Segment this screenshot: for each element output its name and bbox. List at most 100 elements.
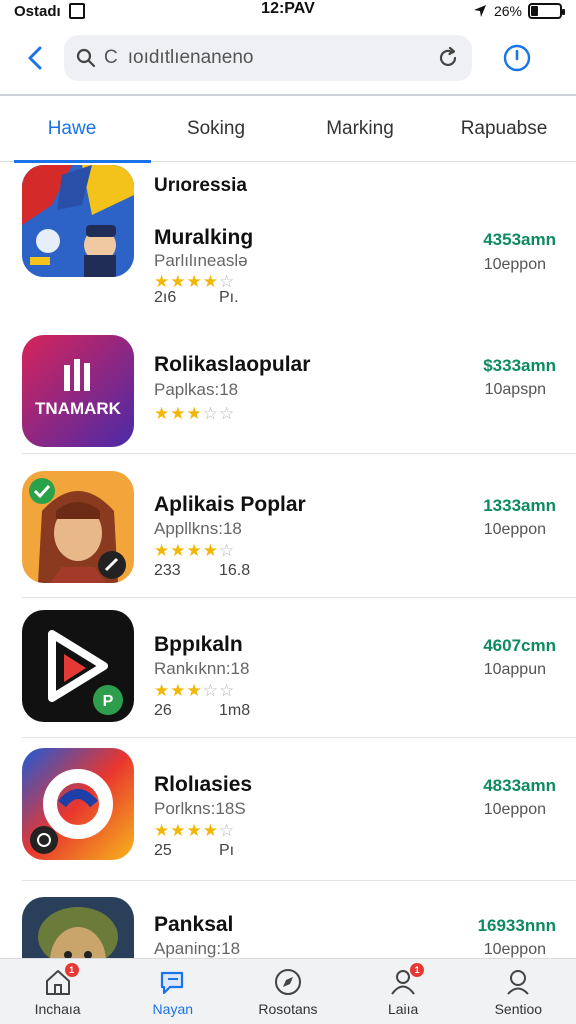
star-icon: ☆: [219, 272, 235, 291]
app-icon-art: [22, 897, 134, 958]
tab-marking[interactable]: Marking: [288, 96, 432, 162]
notification-badge: 1: [64, 963, 79, 977]
app-name: Rlolıasies: [154, 773, 253, 796]
price-label: 16933nnn: [477, 916, 556, 935]
notification-badge: 1: [410, 963, 425, 977]
star-icon: ★: [186, 404, 202, 423]
back-button[interactable]: [20, 40, 50, 76]
list-item[interactable]: TNAMARK Rolikaslaopular Paplkas:18 ★ ★ ★ ☆ ☆…: [0, 323, 576, 463]
tab-rapuabse[interactable]: Rapuabse: [432, 96, 576, 162]
search-icon: [76, 48, 96, 68]
price-label: 4833amn: [483, 776, 556, 795]
app-name: Bppıkaln: [154, 633, 243, 656]
list-item[interactable]: Rlolıasies Porlkns:18S ★ ★ ★ ★ ☆ 25 Pı 4833a…: [0, 743, 576, 883]
list-item[interactable]: P Bppıkaln Rankıknn:18 ★ ★ ★ ☆ ☆ 26 1m8 4607…: [0, 603, 576, 743]
row-divider: [22, 737, 576, 738]
app-icon-art: [22, 471, 134, 583]
list-item[interactable]: Urıoressia Muralking Parlılıneaslə ★ ★ ★ ★ ☆…: [0, 163, 576, 306]
row-divider: [22, 597, 576, 598]
nav-item-user[interactable]: Sentioo: [461, 959, 576, 1024]
app-list: Urıoressia Muralking Parlılıneaslə ★ ★ ★ ★ ☆…: [0, 163, 576, 958]
app-subtitle: Parlılıneaslə: [154, 251, 248, 270]
tab-soking[interactable]: Soking: [144, 96, 288, 162]
tab-home[interactable]: Hawe: [0, 96, 151, 163]
bottom-nav: 1 Inchaıa Nayan Rosotans 1 Laiıa Sentioo: [0, 958, 576, 1024]
app-icon: [22, 471, 134, 583]
app-icon-art: [22, 335, 134, 447]
star-icon: ★: [154, 821, 170, 840]
star-icon: ☆: [219, 821, 235, 840]
user-icon: [503, 967, 533, 997]
list-item[interactable]: Panksal Apaning:18 16933nnn 10eppon: [0, 883, 576, 958]
star-icon: ★: [170, 821, 186, 840]
search-value: ıoıdıtlıenaneno: [127, 47, 254, 68]
info-icon[interactable]: [502, 43, 532, 73]
row-divider: [22, 880, 576, 881]
app-name: Rolikaslaopular: [154, 353, 311, 376]
nav-label: Rosotans: [258, 1001, 318, 1017]
tab-bar: Hawe Soking Marking Rapuabse: [0, 96, 576, 163]
star-icon: ☆: [202, 404, 218, 423]
size-label: 10appun: [483, 661, 546, 678]
price-label: $333amn: [483, 356, 556, 375]
app-icon: [22, 897, 134, 958]
app-name: Aplikais Poplar: [154, 493, 306, 516]
star-icon: ★: [186, 821, 202, 840]
star-icon: ★: [170, 541, 186, 560]
app-icon: [22, 748, 134, 860]
chat-icon: [158, 967, 188, 997]
price-label: 4607cmn: [483, 636, 556, 655]
app-subtitle: Appllkns:18: [154, 519, 242, 538]
price-label: 1333amn: [483, 496, 556, 515]
rating-stars: ★ ★ ★ ★ ☆: [154, 822, 234, 839]
download-count: 233: [154, 562, 181, 579]
rating-stars: ★ ★ ★ ★ ☆: [154, 273, 234, 290]
app-subtitle: Rankıknn:18: [154, 659, 250, 678]
nav-item-chat[interactable]: Nayan: [115, 959, 230, 1024]
nav-item-compass[interactable]: Rosotans: [230, 959, 345, 1024]
download-count: 2ı6: [154, 289, 177, 306]
rating-stars: ★ ★ ★ ☆ ☆: [154, 682, 234, 699]
battery-icon: [528, 3, 565, 19]
refresh-icon[interactable]: [436, 46, 460, 70]
status-bar: Ostadı 12:PAV 26%: [0, 0, 576, 22]
star-icon: ☆: [219, 404, 235, 423]
search-prefix: C: [104, 47, 118, 68]
section-label: Urıoressia: [154, 175, 247, 196]
star-icon: ★: [170, 404, 186, 423]
app-icon-text: TNAMARK: [35, 399, 121, 418]
nav-label: Laiıa: [387, 1001, 419, 1017]
star-icon: ★: [202, 541, 218, 560]
app-icon: TNAMARK: [22, 335, 134, 447]
star-icon: ★: [186, 541, 202, 560]
nav-item-home[interactable]: 1 Inchaıa: [0, 959, 115, 1024]
app-subtitle: Apaning:18: [154, 939, 241, 958]
compass-icon: [273, 967, 303, 997]
price-label: 4353amn: [483, 230, 556, 249]
star-icon: ☆: [202, 681, 218, 700]
app-icon-art: P: [22, 610, 134, 722]
app-icon-art: [22, 748, 134, 860]
age-rating: 16.8: [219, 562, 251, 579]
nav-item-person[interactable]: 1 Laiıa: [346, 959, 461, 1024]
search-input[interactable]: C ıoıdıtlıenaneno: [64, 35, 472, 81]
size-label: 10eppon: [483, 521, 546, 538]
rating-stars: ★ ★ ★ ☆ ☆: [154, 405, 234, 422]
app-icon-art: [22, 165, 134, 277]
top-bar: C ıoıdıtlıenaneno: [0, 22, 576, 94]
app-name: Muralking: [154, 226, 254, 249]
chevron-left-icon: [28, 46, 42, 70]
size-label: 10eppon: [483, 941, 546, 958]
app-icon: P: [22, 610, 134, 722]
age-rating: Pı.: [219, 289, 239, 306]
star-icon: ☆: [219, 681, 235, 700]
star-icon: ★: [186, 681, 202, 700]
status-time: 12:PAV: [261, 0, 315, 17]
home-icon: 1: [43, 963, 79, 997]
app-subtitle: Porlkns:18S: [154, 799, 246, 818]
age-rating: Pı: [219, 842, 235, 859]
list-item[interactable]: Aplikais Poplar Appllkns:18 ★ ★ ★ ★ ☆ 233 16…: [0, 463, 576, 603]
star-icon: ★: [170, 681, 186, 700]
star-icon: ★: [170, 272, 186, 291]
star-icon: ★: [154, 541, 170, 560]
